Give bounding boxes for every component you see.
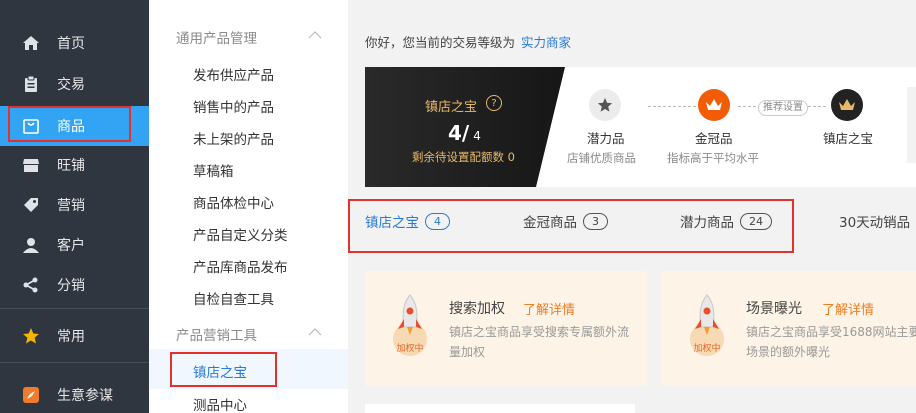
sub-menu: 通用产品管理 发布供应产品 销售中的产品 未上架的产品 草稿箱 商品体检中心 产…: [149, 0, 348, 413]
star-icon: [589, 89, 621, 121]
learn-more-link[interactable]: 了解详情: [523, 299, 575, 318]
nav-label: 旺铺: [57, 158, 85, 174]
submenu-item[interactable]: 自检自查工具: [193, 288, 274, 308]
nav-divider: [0, 308, 149, 309]
submenu-item[interactable]: 发布供应产品: [193, 64, 274, 84]
submenu-item[interactable]: 测品中心: [193, 394, 247, 413]
nav-item-distribution[interactable]: 分销: [0, 265, 149, 305]
card-desc-line: 量加权: [449, 345, 486, 359]
level-name: 镇店之宝: [823, 131, 874, 146]
card-desc-line: 镇店之宝商品享受搜索专属额外流: [449, 325, 630, 339]
chevron-up-icon[interactable]: [308, 29, 322, 41]
nav-item-customer[interactable]: 客户: [0, 225, 149, 265]
chevron-up-icon[interactable]: [308, 326, 322, 338]
rocket-icon: 加权中: [690, 294, 724, 356]
level-desc: 指标高于平均水平: [667, 151, 759, 165]
level-name: 金冠品: [695, 131, 733, 146]
main-content: 你好，您当前的交易等级为 实力商家 镇店之宝 ? 4/4 剩余待设置配额数 0 潜…: [348, 0, 916, 413]
recommend-setting-label: 推荐设置: [758, 100, 808, 116]
submenu-item[interactable]: 产品库商品发布: [193, 256, 288, 276]
submenu-item[interactable]: 未上架的产品: [193, 128, 274, 148]
store-icon: [22, 156, 40, 174]
content-panel-edge: [365, 404, 635, 413]
nav-item-goods[interactable]: 商品: [0, 106, 149, 146]
clipboard-icon: [22, 75, 40, 93]
share-icon: [22, 276, 40, 294]
nav-item-shop[interactable]: 旺铺: [0, 145, 149, 185]
tab-label: 30天动销品: [839, 215, 911, 231]
rocket-icon: 加权中: [393, 294, 427, 356]
crown-icon: [698, 89, 730, 121]
hero-title: 镇店之宝: [425, 100, 478, 115]
highlight-box: [348, 199, 794, 253]
main-nav: 首页 交易 商品 旺铺 营销 客户 分销 常用 生意参谋: [0, 0, 149, 413]
nav-label: 商品: [57, 119, 85, 135]
submenu-group-title: 产品营销工具: [176, 328, 257, 344]
card-desc-line: 镇店之宝商品享受1688网站主要: [746, 325, 916, 339]
submenu-item[interactable]: 产品自定义分类: [193, 224, 288, 244]
bag-icon: [22, 117, 40, 135]
level-name: 潜力品: [587, 131, 625, 146]
level-connector: [648, 106, 696, 107]
hero-edge: [907, 87, 916, 163]
nav-label: 营销: [57, 198, 85, 214]
highlight-box: [170, 352, 277, 387]
tag-icon: [22, 196, 40, 214]
nav-item-common[interactable]: 常用: [0, 316, 149, 356]
card-desc: 镇店之宝商品享受搜索专属额外流 量加权: [449, 322, 645, 362]
user-icon: [22, 236, 40, 254]
submenu-item[interactable]: 商品体检中心: [193, 192, 274, 212]
nav-item-marketing[interactable]: 营销: [0, 185, 149, 225]
boosting-badge: 加权中: [693, 342, 720, 354]
greeting-text: 你好，您当前的交易等级为: [365, 35, 516, 50]
trade-level-link[interactable]: 实力商家: [521, 35, 571, 50]
hero-count-value: 4/: [448, 121, 470, 145]
nav-label: 常用: [57, 329, 85, 345]
crown-icon: [831, 89, 863, 121]
compass-icon: [22, 386, 40, 404]
nav-label: 首页: [57, 36, 85, 52]
nav-label: 生意参谋: [57, 388, 113, 404]
nav-item-business-advisor[interactable]: 生意参谋: [0, 375, 149, 413]
nav-label: 客户: [57, 238, 85, 254]
greeting: 你好，您当前的交易等级为 实力商家: [365, 32, 571, 51]
nav-label: 交易: [57, 77, 85, 93]
boosting-badge: 加权中: [396, 342, 423, 354]
nav-item-home[interactable]: 首页: [0, 23, 149, 63]
submenu-item[interactable]: 销售中的产品: [193, 96, 274, 116]
nav-divider: [0, 362, 149, 363]
nav-label: 分销: [57, 278, 85, 294]
nav-item-trade[interactable]: 交易: [0, 64, 149, 104]
benefit-card-search: 加权中 搜索加权 了解详情 镇店之宝商品享受搜索专属额外流 量加权: [365, 271, 647, 386]
card-desc-line: 场景的额外曝光: [746, 345, 831, 359]
submenu-group-title: 通用产品管理: [176, 31, 257, 47]
level-desc: 店铺优质商品: [567, 151, 636, 165]
hero-count-total: 4: [473, 129, 481, 143]
hero-remaining: 剩余待设置配额数 0: [412, 150, 515, 164]
benefit-card-scene: 加权中 场景曝光 了解详情 镇店之宝商品享受1688网站主要 场景的额外曝光: [662, 271, 916, 386]
home-icon: [22, 34, 40, 52]
star-icon: [22, 327, 40, 345]
help-icon[interactable]: ?: [486, 95, 502, 111]
card-desc: 镇店之宝商品享受1688网站主要 场景的额外曝光: [746, 322, 916, 362]
hero-panel: 镇店之宝 ? 4/4 剩余待设置配额数 0 潜力品 店铺优质商品 金冠品 指标高…: [365, 67, 916, 187]
card-title: 搜索加权: [449, 301, 505, 317]
tab-30day-active[interactable]: 30天动销品: [839, 211, 910, 231]
card-title: 场景曝光: [746, 301, 802, 317]
submenu-item[interactable]: 草稿箱: [193, 160, 234, 180]
hero-count: 4/4: [448, 121, 481, 145]
learn-more-link[interactable]: 了解详情: [822, 299, 874, 318]
